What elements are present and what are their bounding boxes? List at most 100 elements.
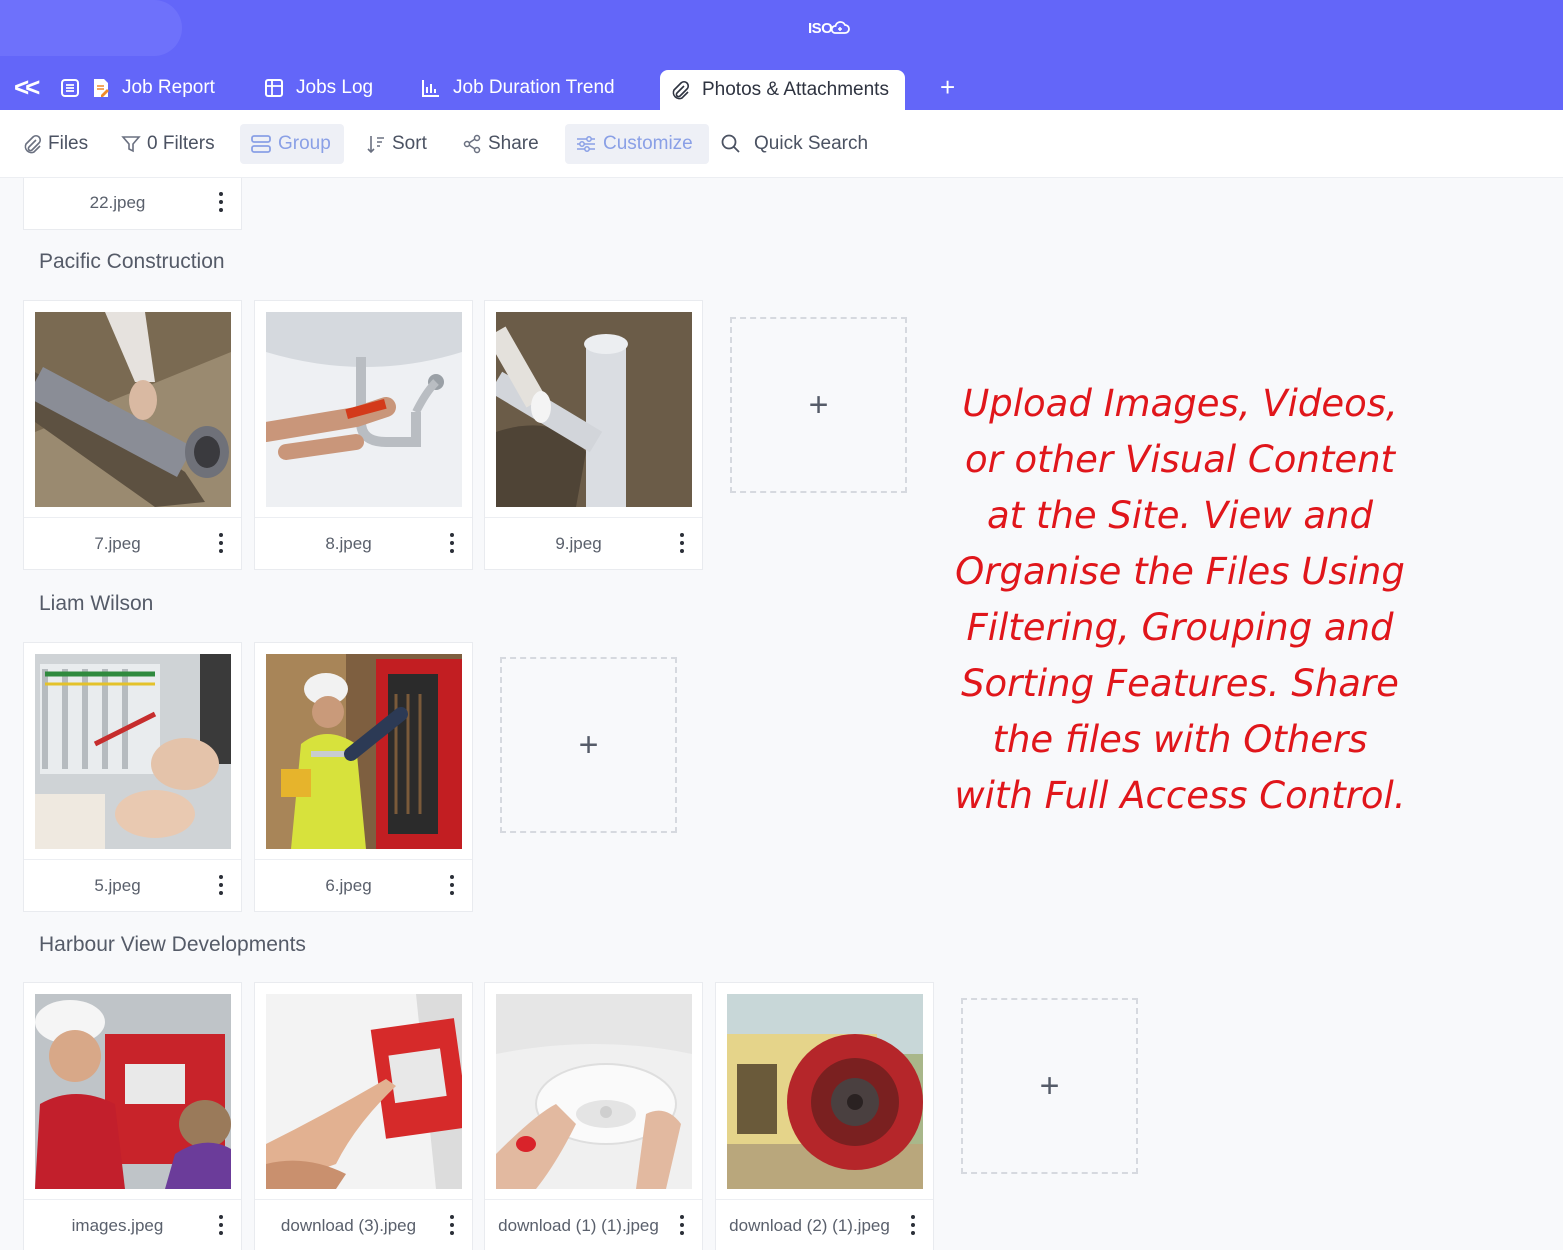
search-icon [721,134,740,153]
more-options-icon[interactable] [905,1212,921,1238]
table-icon [265,79,283,97]
tab-job-duration-trend[interactable]: Job Duration Trend [421,66,615,110]
file-card-footer: 22.jpeg [24,177,241,229]
upload-dropzone[interactable]: + [961,998,1138,1174]
promo-line: the files with Others [992,718,1368,761]
file-card[interactable]: download (1) (1).jpeg [484,982,703,1250]
file-card[interactable]: 22.jpeg [23,178,242,230]
file-name: 5.jpeg [94,876,141,895]
file-card[interactable]: 5.jpeg [23,642,242,912]
file-card-footer: 7.jpeg [24,517,241,569]
paperclip-icon [672,80,690,100]
file-card-footer: download (3).jpeg [255,1199,472,1250]
file-name: images.jpeg [71,1216,164,1235]
file-card[interactable]: download (3).jpeg [254,982,473,1250]
sliders-icon [577,136,595,152]
promo-line: at the Site. View and [987,494,1373,537]
filter-icon [121,136,141,153]
image-thumbnail[interactable] [727,994,923,1189]
upload-dropzone[interactable]: + [500,657,677,833]
filters-button[interactable]: 0 Filters [111,124,225,164]
file-card[interactable]: images.jpeg [23,982,242,1250]
report-doc-icon [94,79,109,97]
group-label: Group [278,133,331,154]
logo-text: ISO [808,19,833,37]
promo-line: or other Visual Content [964,438,1396,481]
more-options-icon[interactable] [213,189,229,215]
report-list-icon [61,79,79,97]
sort-button[interactable]: Sort [356,124,437,164]
customize-label: Customize [603,133,693,154]
promo-line: Filtering, Grouping and [966,606,1394,649]
tab-label: Job Duration Trend [453,77,615,98]
quick-search[interactable]: Quick Search [710,124,878,164]
file-name: 8.jpeg [325,534,372,553]
tab-label: Job Report [122,77,215,98]
add-tab-button[interactable]: + [940,72,955,103]
image-thumbnail[interactable] [266,654,462,849]
file-card[interactable]: 7.jpeg [23,300,242,570]
promo-text: Upload Images, Videos, or other Visual C… [935,376,1425,824]
tab-photos-attachments[interactable]: Photos & Attachments [660,70,905,110]
image-thumbnail[interactable] [35,654,231,849]
add-icon: + [808,385,829,424]
tab-jobs-log[interactable]: Jobs Log [264,66,373,110]
file-name: download (3).jpeg [280,1216,417,1235]
bar-chart-icon [422,80,439,97]
more-options-icon[interactable] [213,872,229,898]
quick-search-label: Quick Search [754,133,869,154]
group-icon [251,135,271,153]
group-title: Harbour View Developments [39,933,306,956]
header-decoration [0,0,182,56]
file-name: 22.jpeg [89,193,146,212]
more-options-icon[interactable] [444,1212,460,1238]
filters-label: 0 Filters [147,133,215,154]
upload-dropzone[interactable]: + [730,317,907,493]
app-logo[interactable]: ISO [808,14,851,42]
cloud-icon [831,21,851,34]
more-options-icon[interactable] [444,872,460,898]
file-card[interactable]: 6.jpeg [254,642,473,912]
sort-icon [367,136,384,154]
add-icon: + [578,725,599,764]
file-name: download (1) (1).jpeg [498,1216,659,1235]
group-button[interactable]: Group [240,124,344,164]
file-card-footer: 6.jpeg [255,859,472,911]
image-thumbnail[interactable] [496,312,692,507]
more-options-icon[interactable] [444,530,460,556]
file-card-footer: 9.jpeg [485,517,702,569]
file-name: 9.jpeg [555,534,602,553]
sort-label: Sort [392,133,427,154]
share-label: Share [488,133,539,154]
image-thumbnail[interactable] [266,312,462,507]
promo-line: Organise the Files Using [955,550,1405,593]
image-thumbnail[interactable] [35,312,231,507]
file-card[interactable]: download (2) (1).jpeg [715,982,934,1250]
promo-line: Sorting Features. Share [961,662,1399,705]
top-bar: ISO << Job Report Jobs Log Job Duration … [0,0,1563,110]
share-button[interactable]: Share [452,124,549,164]
file-card[interactable]: 9.jpeg [484,300,703,570]
group-title: Pacific Construction [39,250,225,273]
file-name: 6.jpeg [325,876,372,895]
file-card-footer: download (2) (1).jpeg [716,1199,933,1250]
collapse-sidebar-icon[interactable]: << [14,72,40,103]
file-card[interactable]: 8.jpeg [254,300,473,570]
share-icon [463,134,481,154]
more-options-icon[interactable] [674,530,690,556]
more-options-icon[interactable] [213,1212,229,1238]
image-thumbnail[interactable] [35,994,231,1189]
files-button[interactable]: Files [12,124,98,164]
files-label: Files [48,133,89,154]
image-thumbnail[interactable] [496,994,692,1189]
file-card-footer: download (1) (1).jpeg [485,1199,702,1250]
customize-button[interactable]: Customize [565,124,709,164]
tab-label: Jobs Log [296,77,374,98]
promo-line: with Full Access Control. [954,774,1406,817]
more-options-icon[interactable] [213,530,229,556]
tab-job-report[interactable]: Job Report [60,66,215,110]
add-icon: + [1039,1066,1060,1105]
file-name: download (2) (1).jpeg [729,1216,890,1235]
more-options-icon[interactable] [674,1212,690,1238]
image-thumbnail[interactable] [266,994,462,1189]
